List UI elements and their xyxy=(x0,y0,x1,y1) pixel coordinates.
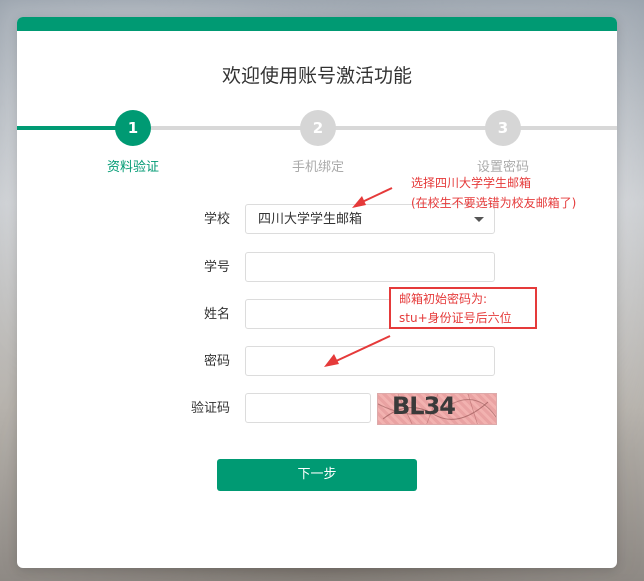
annotation-arrows xyxy=(324,187,393,367)
arrow-to-password-input-icon xyxy=(324,335,391,367)
arrow-to-school-select-icon xyxy=(352,187,393,208)
